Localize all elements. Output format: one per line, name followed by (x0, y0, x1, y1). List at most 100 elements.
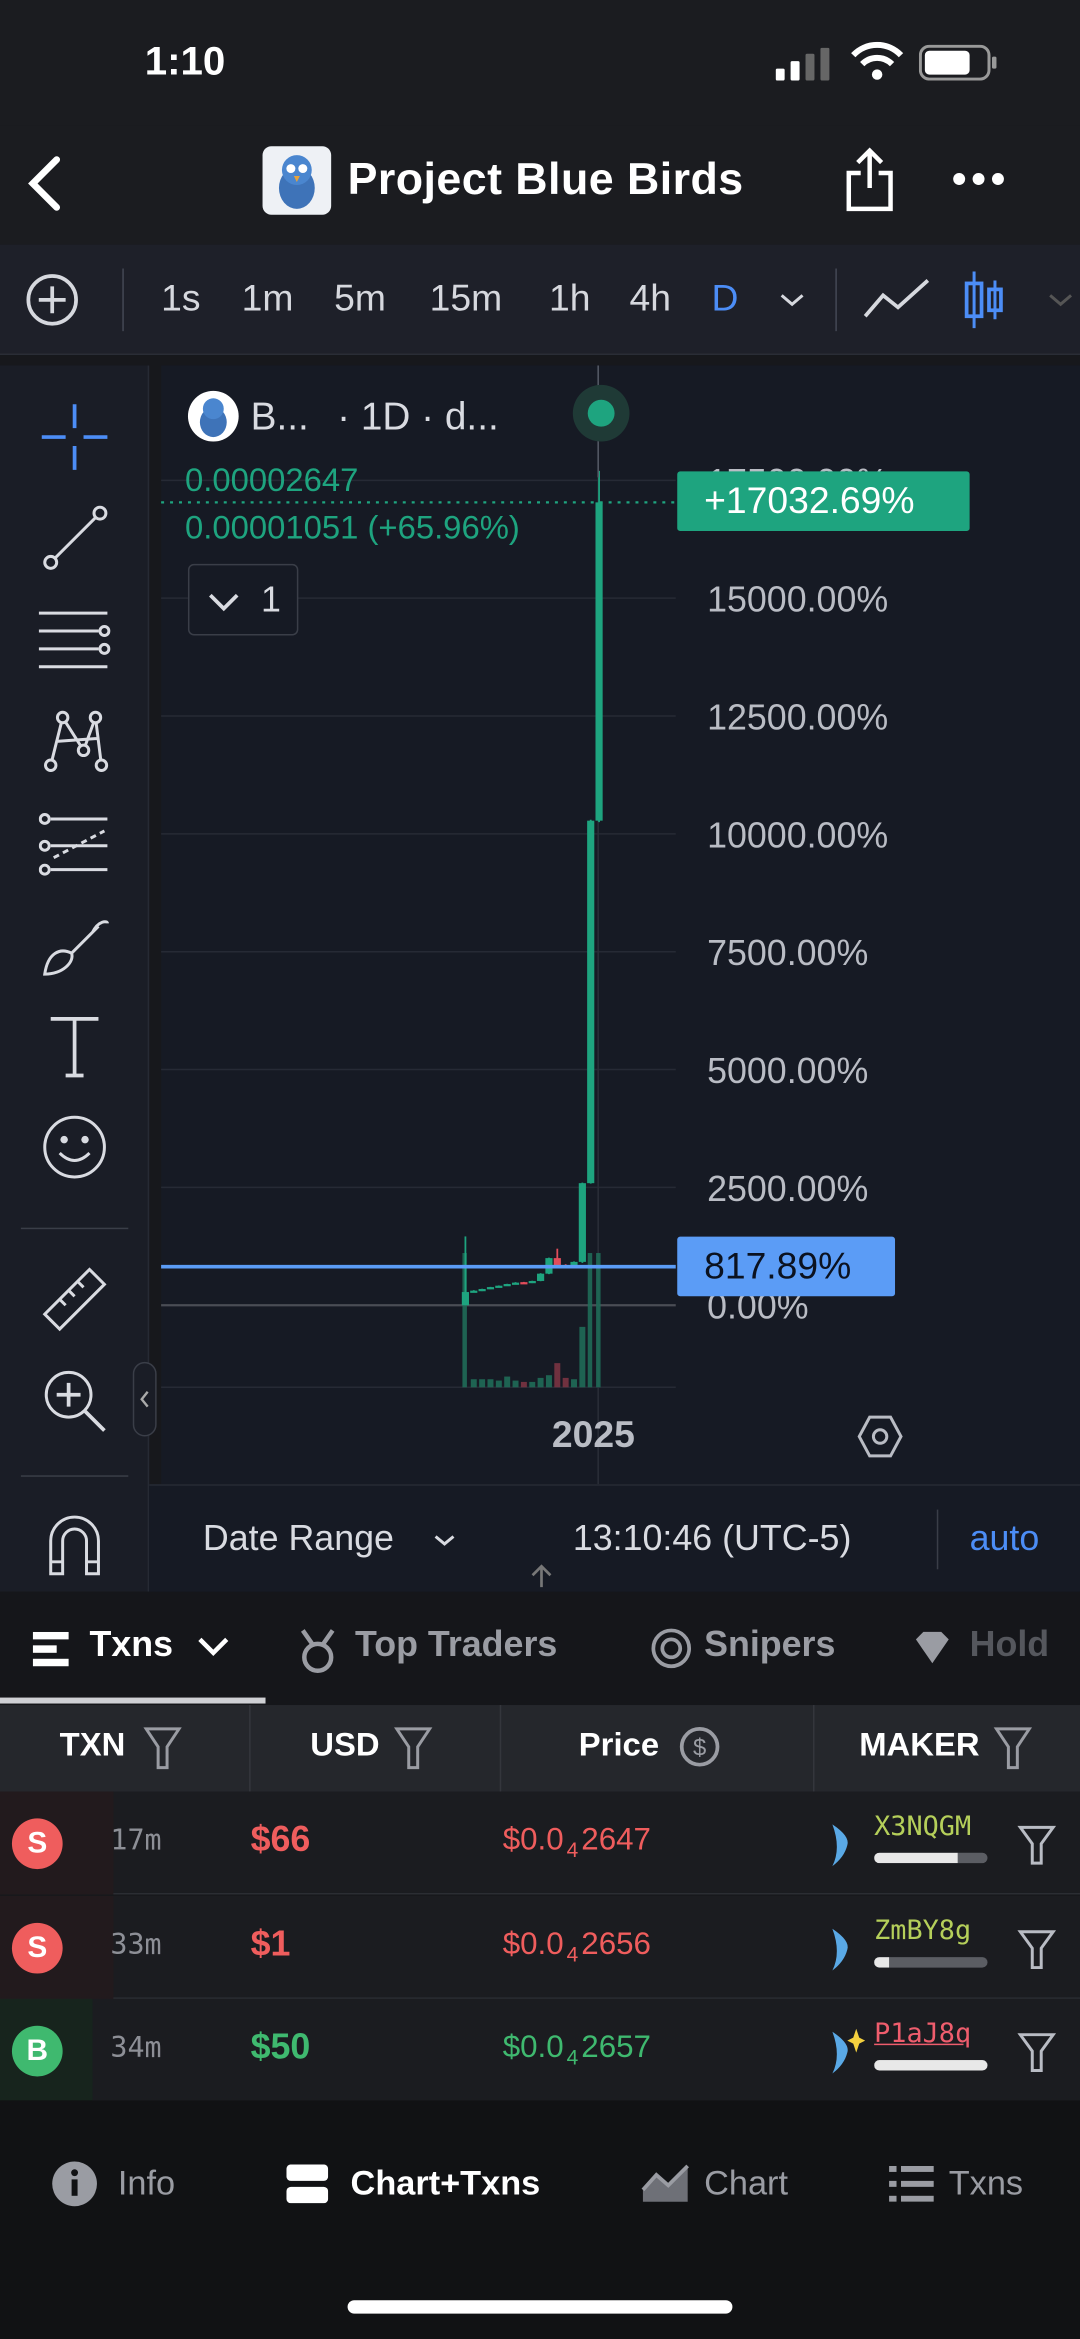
dolphin-icon (832, 1824, 848, 1867)
maker-holding-bar (874, 1956, 988, 1967)
volume-bar (479, 1379, 486, 1388)
symbol-interval: · 1D · d... (337, 393, 499, 439)
maker-address[interactable]: X3NQGM (874, 1811, 971, 1842)
volume-bar (554, 1363, 561, 1388)
symbol-logo (187, 390, 239, 442)
y-tick-label: 5000.00% (707, 1051, 868, 1091)
txn-usd: $50 (250, 2027, 311, 2068)
medal-icon (300, 1629, 335, 1673)
volume-bar (587, 1253, 593, 1388)
y-tick-label: 12500.00% (707, 697, 888, 737)
auto-scale-button[interactable]: auto (970, 1519, 1040, 1561)
table-row[interactable]: S 33m $1 $0.0 4 2656 ZmBY8g (0, 1895, 1080, 1999)
maker-holding-bar (874, 1852, 988, 1864)
column-price: Price (578, 1725, 660, 1764)
split-view-icon (286, 2164, 329, 2204)
candle-body (511, 1282, 520, 1285)
tab-snipers[interactable]: Snipers (704, 1624, 835, 1666)
bottom-nav: Info Chart+Txns Chart Txns (0, 2100, 1080, 2339)
magnet-icon[interactable] (39, 1508, 111, 1580)
candle-body (578, 1183, 586, 1262)
txn-price: $0.0 4 2657 (502, 2030, 651, 2070)
chevron-down-icon[interactable] (197, 1636, 230, 1657)
txn-usd: $1 (250, 1923, 291, 1964)
svg-text:$: $ (693, 1735, 706, 1762)
candle-body (528, 1280, 536, 1284)
volume-bar (487, 1379, 494, 1388)
txn-age: 34m (110, 2031, 162, 2065)
y-tick-label: 15000.00% (707, 580, 888, 620)
nav-chart[interactable]: Chart (704, 2163, 788, 2203)
txn-price: $0.0 4 2647 (502, 1822, 651, 1862)
table-header: TXN USD Price $ MAKER (0, 1705, 1080, 1792)
list-icon (32, 1631, 69, 1667)
filter-icon[interactable] (394, 1726, 433, 1771)
candle-body (495, 1285, 503, 1288)
divider (249, 1705, 251, 1792)
candle-body (587, 820, 595, 1184)
info-icon (52, 2161, 97, 2207)
table-row[interactable]: B 34m $50 $0.0 4 2657 P1aJ8q (0, 1998, 1080, 2102)
active-tab-indicator (0, 1697, 266, 1704)
volume-bar (545, 1375, 552, 1388)
candle-body (470, 1290, 478, 1293)
filter-icon[interactable] (993, 1726, 1033, 1771)
column-txn: TXN (59, 1725, 126, 1764)
maker-address[interactable]: ZmBY8g (874, 1915, 971, 1946)
y-tick-label: 10000.00% (707, 815, 888, 855)
txn-tabs: Txns Top Traders Snipers Hold (0, 1591, 1080, 1706)
chart-settings-icon[interactable] (856, 1414, 904, 1459)
price-chart[interactable]: 17500.00%15000.00%12500.00%10000.00%7500… (0, 0, 1080, 1492)
divider (936, 1509, 939, 1570)
volume-bar (537, 1377, 544, 1388)
volume-bar (512, 1380, 519, 1388)
y-tick-label: 7500.00% (707, 933, 868, 973)
diamond-icon (915, 1631, 949, 1664)
target-icon (651, 1628, 692, 1669)
volume-bar (520, 1381, 527, 1388)
filter-maker-icon[interactable] (1017, 1824, 1057, 1866)
candle-body (537, 1273, 545, 1281)
filter-maker-icon[interactable] (1017, 1928, 1057, 1970)
crosshair-price-label: 817.89% (677, 1236, 896, 1297)
volume-bar (470, 1379, 477, 1388)
tab-holders[interactable]: Hold (970, 1624, 1050, 1666)
divider (812, 1705, 815, 1792)
volume-bar (562, 1377, 569, 1388)
nav-chart-txns[interactable]: Chart+Txns (351, 2163, 541, 2203)
legend-price: 0.00002647 (184, 460, 359, 499)
chevron-down-icon (434, 1535, 455, 1546)
sparkle-dolphin-icon (832, 2028, 866, 2074)
indicator-toggle[interactable]: 1 (187, 563, 299, 636)
tab-txns[interactable]: Txns (90, 1624, 174, 1666)
candle-body (478, 1288, 486, 1292)
last-price-label: +17032.69% (677, 471, 970, 532)
filter-icon[interactable] (143, 1726, 182, 1771)
txn-type-badge: S (11, 1818, 63, 1870)
table-row[interactable]: S 17m $66 $0.0 4 2647 X3NQGM (0, 1791, 1080, 1895)
dolphin-icon (832, 1928, 848, 1970)
legend-change: 0.00001051 (+65.96%) (184, 508, 520, 546)
x-tick-2025: 2025 (551, 1414, 635, 1456)
txn-usd: $66 (250, 1819, 311, 1861)
maker-address[interactable]: P1aJ8q (874, 2018, 971, 2049)
txn-price: $0.0 4 2656 (502, 1926, 651, 1966)
date-range-button[interactable]: Date Range (203, 1519, 394, 1561)
market-status (572, 384, 630, 442)
currency-toggle-icon[interactable]: $ (677, 1724, 722, 1769)
nav-info[interactable]: Info (118, 2163, 175, 2203)
candle-body (520, 1282, 528, 1285)
volume-bar (504, 1376, 511, 1388)
maker-holding-bar (874, 2060, 988, 2071)
chart-footer: Date Range 13:10:46 (UTC-5) auto (149, 1484, 1080, 1592)
tab-top-traders[interactable]: Top Traders (355, 1624, 557, 1666)
nav-txns[interactable]: Txns (949, 2163, 1023, 2203)
timezone-clock[interactable]: 13:10:46 (UTC-5) (573, 1519, 852, 1561)
candle-body (503, 1284, 511, 1287)
column-maker: MAKER (859, 1725, 980, 1764)
candle-body (461, 1292, 469, 1306)
txn-age: 33m (110, 1928, 162, 1961)
filter-maker-icon[interactable] (1017, 2032, 1057, 2074)
home-indicator (347, 2300, 733, 2314)
list-icon (889, 2165, 934, 2202)
